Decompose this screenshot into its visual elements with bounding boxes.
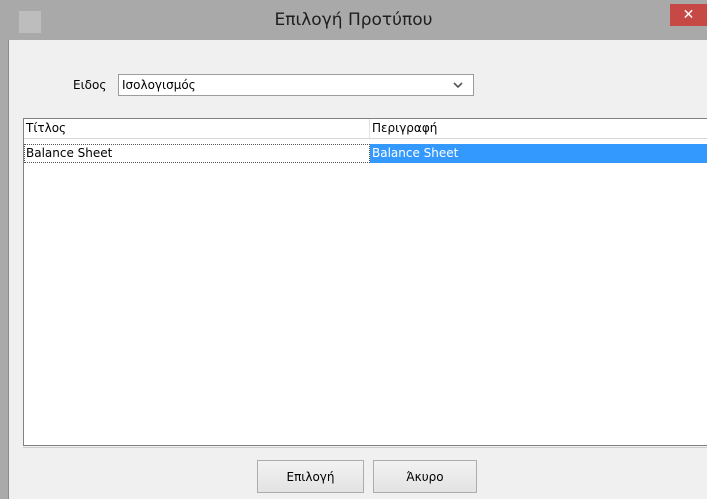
column-header-title[interactable]: Τίτλος [24, 119, 370, 138]
dialog-content: Ειδος Ισολογισμός Τίτλος Περιγραφή Balan… [8, 40, 707, 499]
footer-divider [23, 447, 707, 448]
table-row[interactable]: Balance Sheet Balance Sheet [24, 144, 707, 163]
column-header-description[interactable]: Περιγραφή [370, 119, 707, 138]
select-button[interactable]: Επιλογή [257, 460, 364, 493]
type-select-value: Ισολογισμός [122, 78, 196, 92]
table-header: Τίτλος Περιγραφή [24, 119, 707, 139]
close-icon: ✕ [682, 7, 695, 23]
close-button[interactable]: ✕ [670, 4, 707, 26]
chevron-down-icon [453, 82, 463, 89]
cancel-button[interactable]: Άκυρο [373, 460, 477, 493]
dialog-title: Επιλογή Προτύπου [274, 10, 433, 30]
type-label: Ειδος [73, 78, 107, 92]
template-table[interactable]: Τίτλος Περιγραφή Balance Sheet Balance S… [23, 118, 707, 446]
cell-description[interactable]: Balance Sheet [370, 144, 707, 163]
dialog-window: Επιλογή Προτύπου ✕ Ειδος Ισολογισμός Τίτ… [0, 0, 707, 499]
type-select[interactable]: Ισολογισμός [118, 74, 474, 96]
title-bar[interactable]: Επιλογή Προτύπου ✕ [0, 0, 707, 40]
cell-title[interactable]: Balance Sheet [24, 144, 370, 163]
